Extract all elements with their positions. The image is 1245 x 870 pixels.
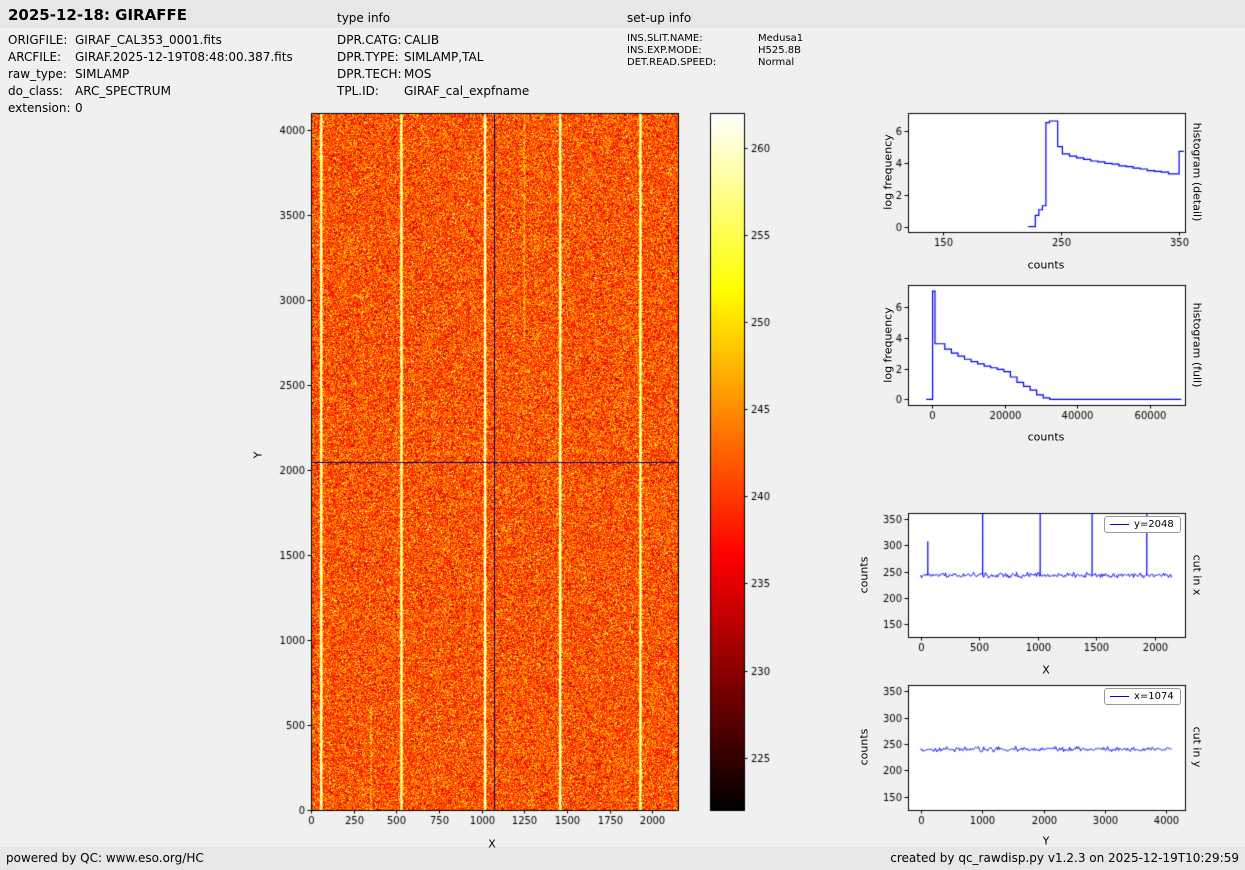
type-info-key: DPR.CATG: — [337, 33, 402, 47]
file-info-value: ARC_SPECTRUM — [75, 84, 171, 98]
hist-full-right-label: histogram (full) — [1190, 302, 1204, 388]
cut-y-legend-label: x=1074 — [1134, 691, 1174, 702]
file-info-key: ORIGFILE: — [8, 33, 68, 47]
setup-info-value: H525.8B — [758, 45, 802, 56]
type-info-key: DPR.TECH: — [337, 67, 402, 81]
histogram-full-plot — [876, 272, 1206, 437]
cut-x-y-axis-label: counts — [857, 556, 871, 594]
type-info-row: DPR.CATG: CALIB — [337, 32, 529, 49]
type-info-value: MOS — [404, 67, 432, 81]
setup-info-row: INS.SLIT.NAME: Medusa1 — [627, 33, 803, 45]
main-y-axis-label: Y — [251, 451, 265, 459]
type-info-heading: type info — [337, 11, 391, 25]
cut-x-legend: y=2048 — [1104, 516, 1181, 533]
type-info-value: SIMLAMP,TAL — [404, 50, 484, 64]
file-info-row: ARCFILE: GIRAF.2025-12-19T08:48:00.387.fi… — [8, 49, 293, 66]
setup-info-row: INS.EXP.MODE: H525.8B — [627, 45, 803, 57]
main-x-axis-label: X — [488, 837, 496, 851]
type-info-row: DPR.TECH: MOS — [337, 66, 529, 83]
hist-detail-y-axis-label: log frequency — [881, 134, 895, 210]
type-info-row: DPR.TYPE: SIMLAMP,TAL — [337, 49, 529, 66]
histogram-detail-plot — [876, 100, 1206, 265]
hist-full-y-axis-label: log frequency — [881, 307, 895, 383]
type-info-key: TPL.ID: — [337, 84, 379, 98]
setup-info-key: INS.EXP.MODE: — [627, 45, 702, 56]
hist-full-x-axis-label: counts — [1027, 430, 1065, 444]
file-info-value: GIRAF.2025-12-19T08:48:00.387.fits — [75, 50, 293, 64]
file-info-value: SIMLAMP — [75, 67, 130, 81]
page-title: 2025-12-18: GIRAFFE — [8, 6, 187, 24]
file-info-key: do_class: — [8, 84, 63, 98]
setup-info-key: INS.SLIT.NAME: — [627, 33, 703, 44]
setup-info-key: DET.READ.SPEED: — [627, 57, 717, 68]
legend-line-icon — [1110, 524, 1129, 525]
type-info-row: TPL.ID: GIRAF_cal_expfname — [337, 83, 529, 100]
setup-info-heading: set-up info — [627, 11, 692, 25]
file-info-key: raw_type: — [8, 67, 67, 81]
cut-y-x-axis-label: Y — [1042, 834, 1050, 848]
cut-x-x-axis-label: X — [1042, 663, 1050, 677]
footer-created-by: created by qc_rawdisp.py v1.2.3 on 2025-… — [890, 851, 1239, 865]
setup-info-row: DET.READ.SPEED: Normal — [627, 57, 803, 69]
cut-x-legend-label: y=2048 — [1134, 519, 1174, 530]
file-info-key: extension: — [8, 101, 71, 115]
hist-detail-right-label: histogram (detail) — [1190, 122, 1204, 222]
footer-powered-by: powered by QC: www.eso.org/HC — [6, 851, 204, 865]
file-info-row: ORIGFILE: GIRAF_CAL353_0001.fits — [8, 32, 293, 49]
colorbar — [700, 100, 800, 860]
cut-y-y-axis-label: counts — [857, 728, 871, 766]
file-info-value: GIRAF_CAL353_0001.fits — [75, 33, 222, 47]
setup-info-value: Medusa1 — [758, 33, 804, 44]
hist-detail-x-axis-label: counts — [1027, 258, 1065, 272]
setup-info-value: Normal — [758, 57, 795, 68]
legend-line-icon — [1110, 696, 1129, 697]
raw-image-plot — [240, 100, 700, 860]
setup-info-block: INS.SLIT.NAME: Medusa1 INS.EXP.MODE: H525.… — [627, 33, 803, 69]
file-info-key: ARCFILE: — [8, 50, 62, 64]
file-info-row: do_class: ARC_SPECTRUM — [8, 83, 293, 100]
type-info-value: GIRAF_cal_expfname — [404, 84, 530, 98]
type-info-block: DPR.CATG: CALIB DPR.TYPE: SIMLAMP,TAL DPR.… — [337, 32, 529, 100]
cut-y-legend: x=1074 — [1104, 688, 1181, 705]
type-info-key: DPR.TYPE: — [337, 50, 399, 64]
cut-x-right-label: cut in x — [1190, 554, 1204, 596]
cut-y-right-label: cut in y — [1190, 726, 1204, 768]
type-info-value: CALIB — [404, 33, 440, 47]
file-info-value: 0 — [75, 101, 83, 115]
file-info-row: raw_type: SIMLAMP — [8, 66, 293, 83]
